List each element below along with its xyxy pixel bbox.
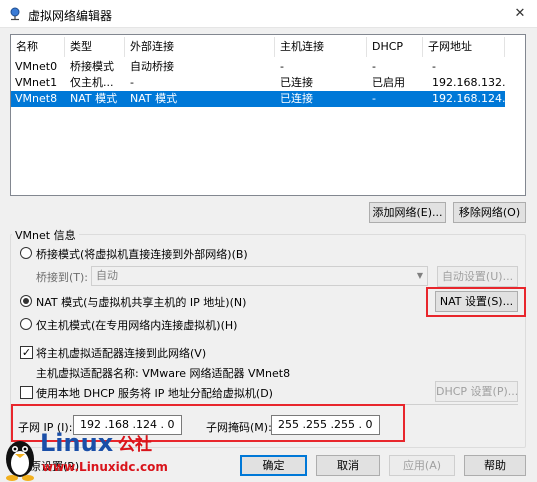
connect-adapter-checkbox[interactable]: ✓ [20, 346, 33, 359]
nat-mode-radio[interactable] [20, 295, 32, 307]
cancel-button[interactable]: 取消 [316, 455, 380, 476]
title-bar: 虚拟网络编辑器 ✕ [0, 0, 537, 28]
auto-settings-button[interactable]: 自动设置(U)... [437, 266, 518, 287]
cell-type: NAT 模式 [70, 92, 118, 105]
column-header-name[interactable]: 名称 [11, 37, 65, 57]
cell-name: VMnet0 [15, 60, 58, 73]
window-title: 虚拟网络编辑器 [28, 9, 113, 23]
watermark-site: www.Linuxidc.com [42, 460, 168, 474]
column-header-type[interactable]: 类型 [65, 37, 125, 57]
nat-settings-button[interactable]: NAT 设置(S)... [435, 291, 518, 312]
column-header-host[interactable]: 主机连接 [275, 37, 367, 57]
network-editor-icon [10, 7, 20, 21]
cell-host: 已连接 [280, 92, 313, 105]
bridge-mode-label[interactable]: 桥接模式(将虚拟机直接连接到外部网络)(B) [36, 246, 248, 262]
table-header: 名称 类型 外部连接 主机连接 DHCP 子网地址 [11, 37, 505, 57]
cell-subnet: 192.168.132.0 [432, 76, 505, 89]
use-dhcp-checkbox[interactable] [20, 386, 33, 399]
connect-adapter-label[interactable]: 将主机虚拟适配器连接到此网络(V) [36, 345, 206, 361]
subnet-mask-input[interactable]: 255 .255 .255 . 0 [271, 415, 380, 435]
chevron-down-icon: ▼ [416, 271, 423, 280]
cell-type: 仅主机... [70, 76, 114, 89]
cell-external: NAT 模式 [130, 92, 178, 105]
linux-watermark: Linux 公社 www.Linuxidc.com [6, 429, 168, 481]
cell-name: VMnet8 [15, 92, 58, 105]
cell-subnet: 192.168.124.0 [432, 92, 505, 105]
use-dhcp-label[interactable]: 使用本地 DHCP 服务将 IP 地址分配给虚拟机(D) [36, 385, 273, 401]
penguin-icon [6, 441, 34, 481]
bridge-mode-radio[interactable] [20, 247, 32, 259]
ok-button[interactable]: 确定 [240, 455, 307, 476]
bridge-to-value: 自动 [96, 269, 118, 282]
cell-external: - [130, 76, 134, 89]
cell-host: - [280, 60, 284, 73]
cell-dhcp: 已启用 [372, 76, 405, 89]
cell-subnet: - [432, 60, 436, 73]
column-header-dhcp[interactable]: DHCP [367, 37, 423, 57]
table-row[interactable]: VMnet1 仅主机... - 已连接 已启用 192.168.132.0 [11, 75, 505, 91]
bridge-to-select[interactable]: 自动 ▼ [91, 266, 428, 286]
dhcp-settings-button[interactable]: DHCP 设置(P)... [435, 381, 518, 402]
host-only-mode-label[interactable]: 仅主机模式(在专用网络内连接虚拟机)(H) [36, 317, 237, 333]
adapter-name-text: 主机虚拟适配器名称: VMware 网络适配器 VMnet8 [36, 367, 291, 380]
help-button[interactable]: 帮助 [464, 455, 526, 476]
cell-host: 已连接 [280, 76, 313, 89]
column-header-external[interactable]: 外部连接 [125, 37, 275, 57]
add-network-button[interactable]: 添加网络(E)... [369, 202, 446, 223]
host-only-mode-radio[interactable] [20, 318, 32, 330]
cell-dhcp: - [372, 92, 376, 105]
column-header-subnet[interactable]: 子网地址 [423, 37, 505, 57]
subnet-mask-label: 子网掩码(M): [206, 421, 272, 434]
cell-external: 自动桥接 [130, 60, 174, 73]
close-button[interactable]: ✕ [503, 0, 537, 28]
table-row-selected[interactable]: VMnet8 NAT 模式 NAT 模式 已连接 - 192.168.124.0 [11, 91, 505, 107]
cell-name: VMnet1 [15, 76, 58, 89]
vmnet-info-label: VMnet 信息 [12, 227, 79, 243]
network-list: 名称 类型 外部连接 主机连接 DHCP 子网地址 VMnet0 桥接模式 自动… [10, 34, 526, 196]
table-row[interactable]: VMnet0 桥接模式 自动桥接 - - - [11, 59, 505, 75]
bridge-to-label: 桥接到(T): [36, 271, 89, 284]
apply-button[interactable]: 应用(A) [389, 455, 455, 476]
cell-type: 桥接模式 [70, 60, 114, 73]
nat-mode-label[interactable]: NAT 模式(与虚拟机共享主机的 IP 地址)(N) [36, 294, 246, 310]
watermark-brand-suffix: 公社 [118, 434, 152, 455]
remove-network-button[interactable]: 移除网络(O) [453, 202, 526, 223]
cell-dhcp: - [372, 60, 376, 73]
watermark-brand: Linux [40, 429, 114, 457]
